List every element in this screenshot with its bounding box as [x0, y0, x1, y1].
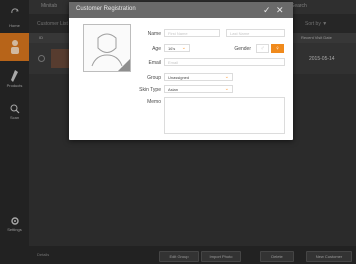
close-icon[interactable]: ✕	[276, 5, 284, 15]
confirm-icon[interactable]: ✓	[263, 5, 271, 15]
dialog-title: Customer Registration	[76, 6, 136, 12]
skin-type-value: Asian	[168, 87, 179, 92]
age-select[interactable]: 16's ⌄	[164, 44, 190, 52]
skin-type-select[interactable]: Asian ⌄	[164, 85, 233, 93]
group-select[interactable]: Unassigned ⌄	[164, 73, 233, 81]
age-label: Age	[152, 46, 161, 52]
dialog-title-bar: Customer Registration ✓ ✕	[69, 2, 293, 18]
gender-label: Gender	[234, 46, 251, 52]
last-name-field[interactable]: Last Name	[226, 29, 285, 37]
first-name-field[interactable]: First Name	[164, 29, 220, 37]
skin-type-label: Skin Type	[139, 87, 161, 93]
chevron-down-icon: ⌄	[224, 86, 229, 92]
email-field[interactable]: Email	[164, 58, 285, 66]
group-label: Group	[147, 75, 161, 81]
name-label: Name	[147, 31, 161, 37]
chevron-down-icon: ⌄	[181, 45, 186, 51]
camera-icon	[118, 59, 130, 71]
memo-textarea[interactable]	[164, 97, 285, 134]
gender-male-button[interactable]: ♂	[256, 44, 269, 53]
gender-female-button[interactable]: ♀	[271, 44, 284, 53]
email-label: Email	[148, 60, 161, 66]
memo-label: Memo	[147, 99, 161, 105]
group-value: Unassigned	[168, 75, 190, 80]
age-value: 16's	[168, 46, 176, 51]
photo-placeholder[interactable]	[83, 24, 131, 72]
chevron-down-icon: ⌄	[224, 74, 229, 80]
customer-registration-dialog: Customer Registration ✓ ✕ Name First Nam…	[69, 2, 293, 140]
